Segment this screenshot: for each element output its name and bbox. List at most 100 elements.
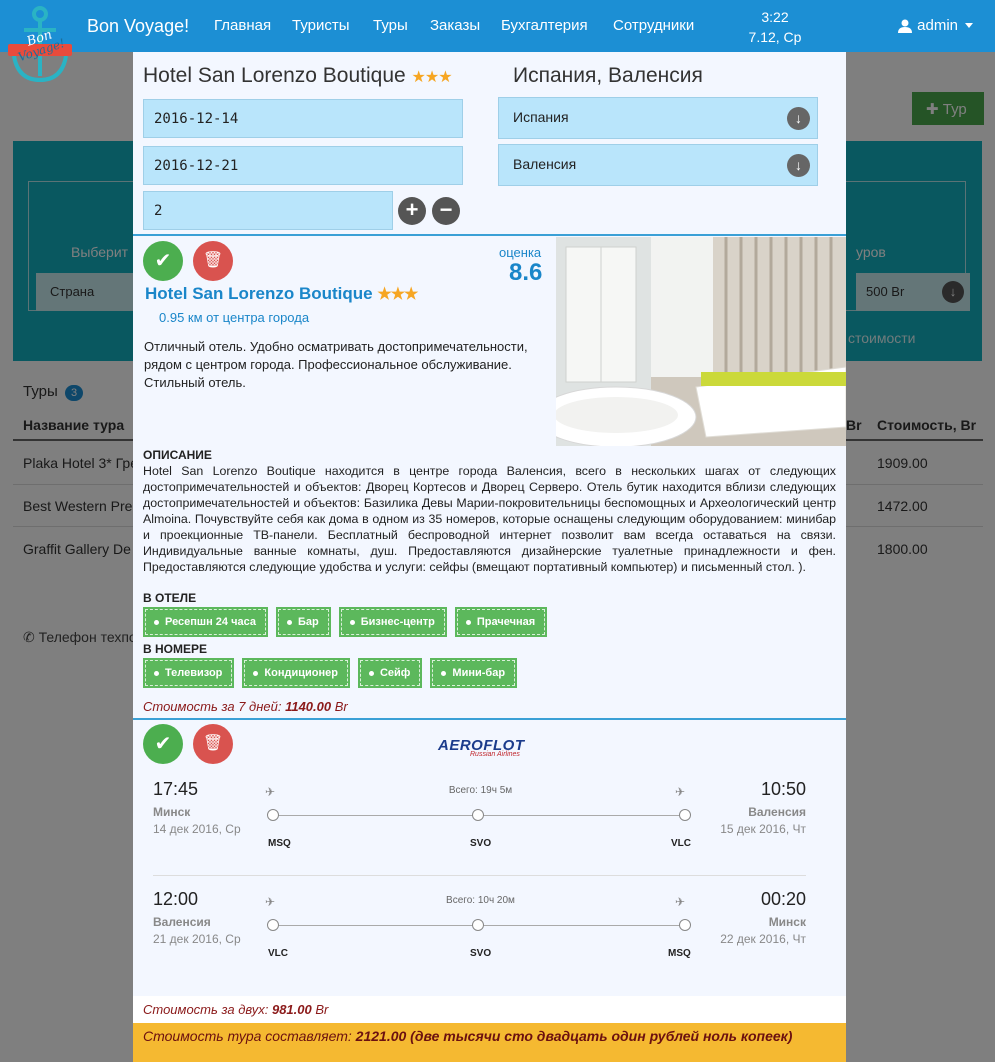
bullet-icon — [441, 670, 447, 676]
nav-tourists[interactable]: Туристы — [292, 17, 350, 34]
bullet-icon — [253, 670, 259, 676]
bullet-icon — [154, 619, 159, 625]
modal-header: Hotel San Lorenzo Boutique ★★★ Испания, … — [133, 52, 846, 235]
nav-tours[interactable]: Туры — [373, 17, 408, 34]
amenity-tag: Телевизор — [142, 658, 235, 688]
arrival-date: 22 дек 2016, Чт — [720, 932, 806, 946]
arrival-time: 10:50 — [760, 779, 806, 799]
delete-flight-button[interactable]: 🗑 — [193, 724, 233, 764]
caret-down-icon — [965, 23, 973, 28]
trash-icon: 🗑 — [202, 252, 224, 269]
increment-button[interactable]: + — [398, 197, 426, 225]
description-heading: ОПИСАНИЕ — [143, 448, 212, 462]
nav-employees[interactable]: Сотрудники — [613, 17, 694, 34]
airport-code: SVO — [470, 948, 492, 959]
amenity-tag: Бизнес-центр — [338, 607, 447, 637]
brand-title[interactable]: Bon Voyage! — [87, 16, 189, 37]
hotel-card: ✔ 🗑 Hotel San Lorenzo Boutique ★★★ 0.95 … — [133, 237, 846, 717]
delete-hotel-button[interactable]: 🗑 — [193, 241, 233, 281]
hotel-photo[interactable] — [556, 237, 846, 446]
plane-takeoff-icon: ✈ — [265, 895, 276, 909]
airport-code: SVO — [470, 838, 492, 849]
flight-duration: Всего: 10ч 20м — [446, 895, 515, 906]
route-stop — [472, 809, 484, 821]
confirm-flight-button[interactable]: ✔ — [143, 724, 183, 764]
star-rating-icon: ★★★ — [411, 69, 453, 86]
in-room-tags: Телевизор Кондиционер Сейф Мини-бар — [142, 658, 518, 688]
amenity-tag: Бар — [275, 607, 331, 637]
airport-code: VLC — [268, 948, 288, 959]
departure-time: 17:45 — [153, 779, 199, 799]
flight-leg-outbound: 17:45 Минск 14 дек 2016, Ср 10:50 Валенс… — [133, 779, 846, 879]
hotel-distance: 0.95 км от центра города — [159, 310, 310, 325]
hotel-cost: Стоимость за 7 дней: 1140.00 Br — [143, 699, 348, 714]
tour-total-bar: Стоимость тура составляет: 2121.00 (две … — [133, 1023, 846, 1062]
flight-leg-return: 12:00 Валенсия 21 дек 2016, Ср 00:20 Мин… — [133, 889, 846, 989]
check-icon: ✔ — [154, 733, 172, 755]
bullet-icon — [154, 670, 159, 676]
clock-time: 3:22 — [761, 9, 789, 25]
hotel-description: Hotel San Lorenzo Boutique находится в ц… — [143, 464, 836, 574]
amenity-tag: Прачечная — [454, 607, 548, 637]
departure-city: Валенсия — [153, 915, 211, 929]
date-from-input[interactable]: 2016-12-14 — [143, 99, 463, 138]
plane-landing-icon: ✈ — [675, 785, 686, 799]
star-rating-icon: ★★★ — [377, 286, 418, 303]
chevron-down-icon: ↓ — [787, 154, 810, 177]
departure-date: 14 дек 2016, Ср — [153, 822, 241, 836]
flight-duration: Всего: 19ч 5м — [448, 785, 513, 796]
amenity-tag: Сейф — [357, 658, 423, 688]
rating-value: 8.6 — [509, 259, 543, 286]
route-stop — [679, 919, 691, 931]
flight-cost: Стоимость за двух: 981.00 Br — [143, 1002, 329, 1017]
nav-orders[interactable]: Заказы — [430, 17, 480, 34]
decrement-button[interactable]: − — [432, 197, 460, 225]
flight-cost-bar: Стоимость за двух: 981.00 Br — [133, 996, 846, 1023]
city-select[interactable]: Валенсия ↓ — [498, 144, 818, 186]
clock-date: 7.12, Ср — [748, 29, 802, 45]
arrival-date: 15 дек 2016, Чт — [720, 822, 806, 836]
hotel-name[interactable]: Hotel San Lorenzo Boutique ★★★ — [145, 284, 418, 304]
modal-hotel-title: Hotel San Lorenzo Boutique ★★★ — [143, 64, 453, 87]
amenity-tag: Кондиционер — [242, 658, 350, 688]
in-room-heading: В НОМЕРЕ — [143, 642, 208, 656]
chevron-down-icon: ↓ — [787, 107, 810, 130]
bullet-icon — [368, 670, 374, 676]
route-stop — [267, 809, 279, 821]
route-stop — [679, 809, 691, 821]
date-to-input[interactable]: 2016-12-21 — [143, 146, 463, 185]
logo-anchor-icon[interactable]: Bon Voyage! — [6, 4, 74, 86]
amenity-tag: Мини-бар — [430, 658, 518, 688]
arrival-time: 00:20 — [760, 889, 806, 909]
airline-subtitle: Russian Airlines — [470, 751, 520, 758]
user-icon — [898, 19, 913, 33]
route-stop — [472, 919, 484, 931]
persons-input[interactable]: 2 — [143, 191, 393, 230]
navbar: Bon Voyage! Bon Voyage! Главная Туристы … — [0, 0, 995, 83]
user-menu[interactable]: admin — [898, 17, 973, 34]
modal-location-title: Испания, Валенсия — [513, 64, 703, 87]
arrival-city: Валенсия — [748, 805, 806, 819]
hotel-summary: Отличный отель. Удобно осматривать досто… — [144, 339, 528, 390]
in-hotel-heading: В ОТЕЛЕ — [143, 591, 197, 605]
rating-label: оценка — [499, 245, 542, 260]
nav-home[interactable]: Главная — [214, 17, 271, 34]
country-select[interactable]: Испания ↓ — [498, 97, 818, 139]
trash-icon: 🗑 — [202, 735, 224, 752]
departure-city: Минск — [153, 805, 191, 819]
clock: 3:22 7.12, Ср — [740, 7, 810, 47]
confirm-hotel-button[interactable]: ✔ — [143, 241, 183, 281]
bullet-icon — [286, 619, 292, 625]
flight-card: ✔ 🗑 AEROFLOT Russian Airlines 17:45 Минс… — [133, 719, 846, 995]
airport-code: MSQ — [668, 948, 691, 959]
departure-date: 21 дек 2016, Ср — [153, 932, 241, 946]
tour-modal: Hotel San Lorenzo Boutique ★★★ Испания, … — [133, 52, 846, 1062]
airport-code: MSQ — [268, 838, 291, 849]
plane-takeoff-icon: ✈ — [265, 785, 276, 799]
nav-accounting[interactable]: Бухгалтерия — [501, 17, 588, 34]
in-hotel-tags: Ресепшн 24 часа Бар Бизнес-центр Прачечн… — [143, 607, 548, 637]
route-stop — [267, 919, 279, 931]
bullet-icon — [465, 619, 471, 625]
arrival-city: Минск — [768, 915, 806, 929]
amenity-tag: Ресепшн 24 часа — [143, 607, 268, 637]
